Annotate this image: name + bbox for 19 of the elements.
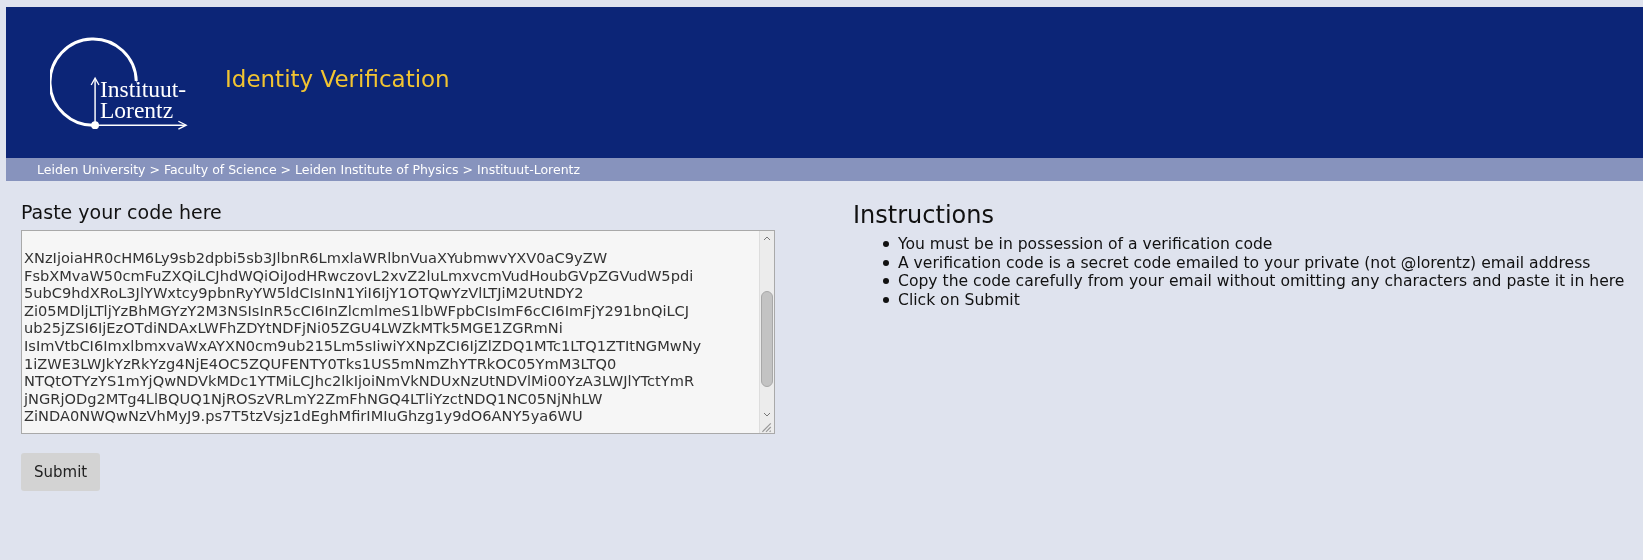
code-field[interactable]: XNzIjoiaHR0cHM6Ly9sb2dpbi5sb3JlbnR6LmxlaWRlbnVuaXYubmwvYXV0aC9yZW FsbXMvaW50cmFuZXQiLCJhdWQiOiJodHRwczovL2xvZ2luLmxvcmVudHoubGVpZGVudW5pdi 5ubC9hdXRoL3JlYWxtcy9pbnRyYW5ldCIsInN1YiI6IjY1OTQwYzVlLTJiM2UtNDY2 Zi05MDljLTljYzBhMGYzY2M3NSIsInR5cCI6InZlcmlmeS1lbWFpbCIsImF6cCI6ImFjY291bnQiLCJ ub25jZSI6IjEzOTdiNDAxLWFhZDYtNDFjNi05ZGU4LWZkMTk5MGE1ZGRmNi IsImVtbCI6ImxlbmxvaWxAYXN0cm9ub215Lm5sIiwiYXNpZCI6IjZlZDQ1MTc1LTQ1ZTItNGMwNy 1iZWE3LWJkYzRkYzg4NjE4OC5ZQUFENTY0Tks1US5mNmZhYTRkOC05YmM3LTQ0 NTQtOTYzYS1mYjQwNDVkMDc1YTMiLCJhc2lkIjoiNmVkNDUxNzUtNDVlMi00YzA3LWJlYTctYmR jNGRjODg2MTg4LlBQUQ1NjROSzVRLmY2ZmFhNGQ4LTliYzctNDQ1NC05NjNhLW ZiNDA0NWQwNzVhMyJ9.ps7T5tzVsjz1dEghMfirIMIuGhzg1y9dO6ANY5ya6WU xyxy=(21,230,775,434)
scroll-down-icon[interactable] xyxy=(763,411,771,417)
bullet-icon xyxy=(883,296,889,303)
breadcrumb: Leiden University > Faculty of Science > Leiden Institute of Physics > Instituut-Lorentz xyxy=(37,162,580,177)
resize-grip-icon[interactable] xyxy=(760,421,772,433)
bullet-icon xyxy=(883,259,889,266)
instruction-text: A verification code is a secret code emailed to your private (not @lorentz) email address xyxy=(898,253,1591,272)
page-title: Identity Verification xyxy=(225,65,450,92)
instruction-text: Copy the code carefully from your email without omitting any characters and paste it in here xyxy=(898,272,1625,291)
field-label: Paste your code here xyxy=(21,201,223,223)
bullet-icon xyxy=(883,241,889,248)
instruction-text: You must be in possession of a verification code xyxy=(898,235,1273,254)
instruction-text: Click on Submit xyxy=(898,290,1020,309)
bullet-icon xyxy=(883,278,889,285)
scrollbar[interactable] xyxy=(759,231,774,433)
scroll-up-icon[interactable] xyxy=(763,235,771,241)
submit-button[interactable]: Submit xyxy=(21,453,101,491)
institute-logo: Instituut- Lorentz xyxy=(50,35,197,134)
instructions-heading: Instructions xyxy=(853,201,995,229)
